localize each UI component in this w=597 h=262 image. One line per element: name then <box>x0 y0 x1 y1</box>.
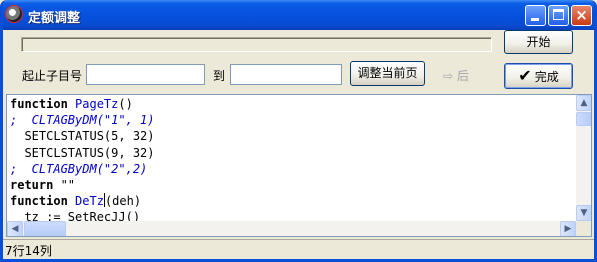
scroll-left-icon[interactable]: ◀ <box>7 221 23 236</box>
code-editor[interactable]: function PageTz(); CLTAGByDM("1", 1) SET… <box>6 94 592 237</box>
code-token: ; CLTAGByDM("2",2) <box>10 161 148 176</box>
close-button[interactable]: × <box>571 5 592 26</box>
code-line: SETCLSTATUS(5, 32) <box>7 128 576 144</box>
code-token: (deh) <box>104 194 142 209</box>
code-line: function PageTz() <box>7 96 576 112</box>
code-line: ; CLTAGByDM("1", 1) <box>7 112 576 128</box>
to-label: 到 <box>213 69 226 83</box>
cursor-position-status: 7行14列 <box>5 244 52 258</box>
scrollbar-corner <box>576 221 591 236</box>
horizontal-scrollbar[interactable]: ◀ ▶ <box>7 221 576 236</box>
maximize-button[interactable] <box>548 5 569 26</box>
vertical-scroll-thumb[interactable] <box>576 112 591 126</box>
code-token: SETCLSTATUS(5, 32) <box>10 129 155 144</box>
code-area[interactable]: function PageTz(); CLTAGByDM("1", 1) SET… <box>7 95 576 222</box>
close-icon: × <box>575 6 588 24</box>
code-line: ; CLTAGByDM("2",2) <box>7 161 576 177</box>
code-token: return <box>10 177 61 192</box>
code-line: SETCLSTATUS(9, 32) <box>7 145 576 161</box>
next-button[interactable]: ⇨ 后 <box>443 67 469 84</box>
window-title: 定额调整 <box>28 11 81 26</box>
code-token: function <box>10 194 76 209</box>
code-line: function DeTz(deh) <box>7 193 576 209</box>
vertical-scrollbar[interactable]: ▲ ▼ <box>576 95 591 221</box>
code-token: "" <box>60 177 76 192</box>
from-item-input[interactable] <box>86 64 205 85</box>
progress-bar <box>21 37 492 52</box>
code-token: ; CLTAGByDM("1", 1) <box>10 113 155 128</box>
check-icon: ✔ <box>518 66 532 85</box>
code-token: PageTz <box>75 97 119 111</box>
dialog-window: 定额调整 × 开始 起止子目号 到 调整当前页 ⇨ 后 ✔ 完成 function… <box>0 0 597 262</box>
scroll-up-icon[interactable]: ▲ <box>576 95 591 111</box>
minimize-button[interactable] <box>525 5 546 26</box>
code-token: SETCLSTATUS(9, 32) <box>10 145 155 160</box>
start-button[interactable]: 开始 <box>504 30 573 54</box>
to-item-input[interactable] <box>230 64 342 85</box>
code-token: function <box>10 97 76 111</box>
minimize-icon <box>531 18 539 21</box>
app-icon <box>6 6 22 22</box>
scroll-down-icon[interactable]: ▼ <box>576 205 591 221</box>
range-label: 起止子目号 <box>22 69 83 83</box>
maximize-icon <box>553 9 564 20</box>
adjust-current-page-button[interactable]: 调整当前页 <box>350 61 425 86</box>
scroll-right-icon[interactable]: ▶ <box>560 221 576 236</box>
resize-grip-icon[interactable] <box>578 245 590 257</box>
code-line: return "" <box>7 177 576 193</box>
status-bar: 7行14列 <box>3 239 594 259</box>
horizontal-scroll-thumb[interactable] <box>24 221 66 236</box>
code-token: () <box>118 97 133 111</box>
code-token: DeTz <box>75 194 104 209</box>
done-label: 完成 <box>534 70 559 84</box>
done-button[interactable]: ✔ 完成 <box>504 63 573 89</box>
title-bar[interactable]: 定额调整 × <box>3 0 594 30</box>
